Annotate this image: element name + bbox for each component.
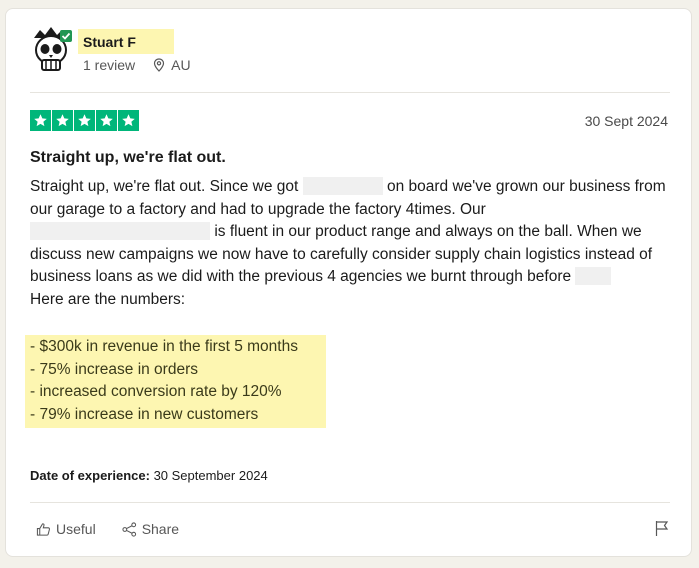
- share-button[interactable]: Share: [122, 521, 179, 537]
- review-body: Straight up, we're flat out. Since we go…: [30, 176, 670, 312]
- star-icon: [30, 110, 51, 131]
- star-icon: [74, 110, 95, 131]
- highlight-line: - 75% increase in orders: [30, 360, 198, 378]
- highlight-line: - $300k in revenue in the first 5 months: [30, 338, 298, 355]
- divider: [30, 92, 670, 93]
- divider: [30, 502, 670, 503]
- highlight-line: - increased conversion rate by 120%: [30, 383, 282, 401]
- reviewer-country: AU: [171, 57, 191, 73]
- experience-date: 30 September 2024: [153, 468, 268, 483]
- date-of-experience: Date of experience: 30 September 2024: [30, 468, 268, 483]
- review-actions: Useful Share: [36, 521, 179, 537]
- star-rating: [30, 110, 139, 131]
- share-label: Share: [141, 521, 180, 537]
- useful-button[interactable]: Useful: [36, 521, 96, 537]
- numbers-intro: Here are the numbers:: [30, 290, 186, 308]
- reviewer-name[interactable]: Stuart F: [83, 34, 136, 50]
- location-pin-icon: [154, 58, 165, 72]
- flag-icon[interactable]: [655, 520, 669, 537]
- thumbs-up-icon: [36, 522, 50, 536]
- review-title[interactable]: Straight up, we're flat out.: [30, 149, 226, 167]
- star-icon: [52, 110, 73, 131]
- redacted-text: [575, 267, 612, 286]
- star-icon: [96, 110, 117, 131]
- highlight-line: - 79% increase in new customers: [30, 405, 259, 423]
- share-icon: [122, 521, 136, 537]
- review-count: 1 review: [83, 57, 136, 73]
- highlight-list: - $300k in revenue in the first 5 months…: [30, 336, 298, 426]
- verified-check-icon: [60, 30, 72, 42]
- experience-label: Date of experience:: [30, 468, 150, 483]
- redacted-text: [302, 177, 383, 195]
- useful-label: Useful: [56, 521, 96, 537]
- redacted-text: [30, 222, 210, 241]
- star-icon: [118, 110, 139, 131]
- reviewer-meta: 1 review AU: [83, 57, 191, 73]
- body-part-1: Straight up, we're flat out. Since we go…: [30, 178, 299, 195]
- review-date: 30 Sept 2024: [584, 113, 668, 129]
